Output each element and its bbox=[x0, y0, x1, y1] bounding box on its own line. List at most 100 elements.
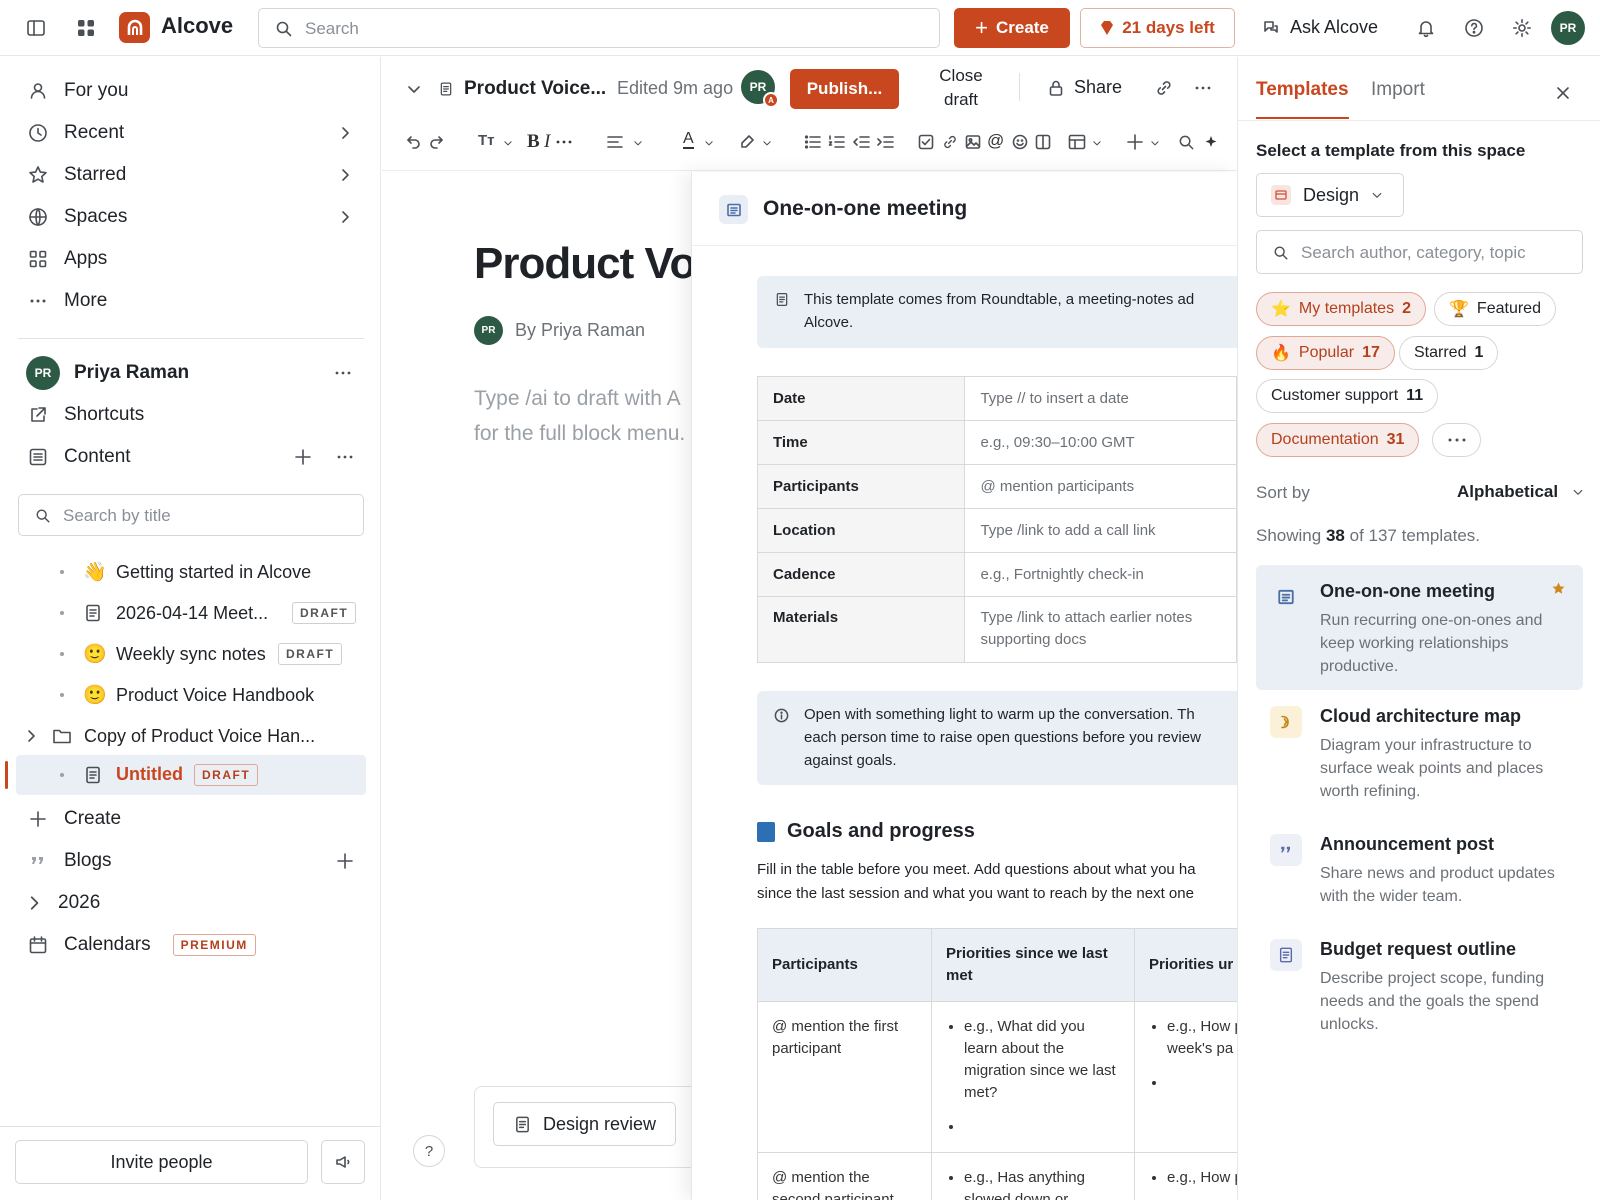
tab-import[interactable]: Import bbox=[1371, 79, 1425, 101]
row-value[interactable]: e.g., Fortnightly check-in bbox=[964, 552, 1237, 597]
find-icon[interactable] bbox=[1178, 134, 1195, 151]
user-avatar[interactable]: PR bbox=[1551, 11, 1585, 45]
sidebar-item-calendars[interactable]: Calendars PREMIUM bbox=[28, 927, 256, 963]
sidebar-toggle-icon[interactable] bbox=[26, 18, 46, 38]
bullet-list-icon[interactable] bbox=[804, 134, 822, 150]
chip-more-button[interactable] bbox=[1432, 423, 1481, 457]
sidebar-item-blogs[interactable]: Blogs bbox=[28, 843, 358, 879]
sidebar-item-2026[interactable]: 2026 bbox=[26, 885, 100, 921]
columns-icon[interactable] bbox=[1035, 134, 1051, 150]
publish-button[interactable]: Publish... bbox=[790, 69, 899, 109]
text-size-icon[interactable]: Tт bbox=[478, 132, 495, 149]
share-button[interactable]: Share bbox=[1048, 77, 1122, 98]
trial-button[interactable]: 21 days left bbox=[1080, 8, 1235, 48]
app-switcher-icon[interactable] bbox=[77, 19, 95, 37]
more-formatting-icon[interactable] bbox=[556, 138, 572, 146]
chevron-down-icon[interactable] bbox=[1150, 138, 1160, 148]
chevron-right-icon[interactable] bbox=[24, 729, 38, 743]
editor-placeholder[interactable]: Type /ai to draft with A for the full bl… bbox=[474, 381, 685, 451]
row-value[interactable]: Type /link to attach earlier notes suppor… bbox=[964, 596, 1237, 663]
chevron-down-icon[interactable] bbox=[633, 138, 643, 148]
chip-customer-support[interactable]: Customer support 11 bbox=[1256, 379, 1439, 413]
doc-title[interactable]: Product Voice... bbox=[464, 78, 606, 100]
checkbox-icon[interactable] bbox=[918, 134, 934, 150]
create-button[interactable]: + Create bbox=[954, 8, 1070, 48]
chevron-down-icon[interactable] bbox=[704, 138, 714, 148]
emoji-icon[interactable] bbox=[1012, 134, 1028, 150]
tab-templates[interactable]: Templates bbox=[1256, 79, 1349, 119]
bold-icon[interactable]: B bbox=[527, 131, 540, 153]
row-value[interactable]: e.g., 09:30–10:00 GMT bbox=[964, 420, 1237, 465]
ask-alcove-button[interactable]: Ask Alcove bbox=[1262, 17, 1378, 38]
more-options-icon[interactable] bbox=[336, 448, 354, 466]
sidebar-item-spaces[interactable]: Spaces bbox=[28, 199, 358, 235]
table-cell[interactable]: @ mention the first participant bbox=[757, 1001, 932, 1153]
collaborator-avatar[interactable]: PR A bbox=[741, 70, 779, 108]
bell-icon[interactable] bbox=[1416, 18, 1436, 38]
ai-sparkle-icon[interactable] bbox=[1204, 133, 1220, 151]
space-select[interactable]: Design bbox=[1256, 173, 1404, 217]
more-options-icon[interactable] bbox=[334, 364, 352, 382]
sort-select[interactable]: Alphabetical bbox=[1457, 482, 1584, 502]
chevron-down-icon[interactable] bbox=[1092, 138, 1102, 148]
chevron-down-icon[interactable] bbox=[762, 138, 772, 148]
sidebar-item-more[interactable]: More bbox=[28, 283, 107, 319]
title-search-input[interactable]: Search by title bbox=[18, 494, 364, 536]
sidebar-item-recent[interactable]: Recent bbox=[28, 115, 358, 151]
table-icon[interactable] bbox=[1068, 134, 1086, 150]
table-cell[interactable]: e.g., Has anything slowed down or bbox=[931, 1152, 1135, 1200]
chip-documentation[interactable]: Documentation 31 bbox=[1256, 423, 1420, 457]
tree-item-copy-handbook[interactable]: Copy of Product Voice Han... bbox=[0, 716, 381, 756]
table-cell[interactable]: e.g., What did you learn about the migra… bbox=[931, 1001, 1135, 1153]
template-card-cloud-architecture[interactable]: Cloud architecture map Diagram your infr… bbox=[1256, 690, 1583, 815]
alcove-logo[interactable] bbox=[119, 12, 150, 43]
tree-item-weekly-sync[interactable]: 🙂 Weekly sync notes DRAFT bbox=[0, 634, 381, 674]
sidebar-item-apps[interactable]: Apps bbox=[28, 241, 107, 277]
more-options-icon[interactable] bbox=[1194, 81, 1212, 95]
chip-popular[interactable]: 🔥 Popular 17 bbox=[1256, 336, 1395, 370]
link-icon[interactable] bbox=[1155, 79, 1173, 97]
outdent-icon[interactable] bbox=[852, 134, 870, 150]
mention-icon[interactable]: @ bbox=[987, 131, 1004, 151]
italic-icon[interactable]: I bbox=[544, 131, 550, 153]
chip-starred[interactable]: Starred 1 bbox=[1399, 336, 1499, 370]
sidebar-item-for-you[interactable]: For you bbox=[28, 73, 128, 109]
table-cell[interactable]: e.g., How prepare fo week's pa review? bbox=[1134, 1001, 1237, 1153]
indent-icon[interactable] bbox=[876, 134, 894, 150]
space-header[interactable]: PR Priya Raman bbox=[26, 353, 356, 393]
close-icon[interactable] bbox=[1555, 85, 1571, 101]
help-button[interactable]: ? bbox=[413, 1135, 445, 1167]
row-value[interactable]: @ mention participants bbox=[964, 464, 1237, 509]
sidebar-create[interactable]: Create bbox=[28, 801, 121, 837]
table-cell[interactable]: e.g., How progress bbox=[1134, 1152, 1237, 1200]
align-icon[interactable] bbox=[606, 134, 624, 150]
highlight-icon[interactable] bbox=[738, 133, 756, 151]
sidebar-item-shortcuts[interactable]: Shortcuts bbox=[28, 397, 144, 433]
text-color-icon[interactable]: A bbox=[683, 130, 694, 149]
page-title[interactable]: Product Voi bbox=[474, 239, 708, 289]
template-card-budget-request[interactable]: Budget request outline Describe project … bbox=[1256, 923, 1583, 1048]
starred-icon[interactable] bbox=[1551, 581, 1566, 596]
undo-icon[interactable] bbox=[406, 134, 422, 150]
add-blog-icon[interactable] bbox=[336, 852, 354, 870]
chevron-down-icon[interactable] bbox=[503, 138, 513, 148]
design-review-chip[interactable]: Design review bbox=[493, 1102, 676, 1146]
table-cell[interactable]: @ mention the second participant bbox=[757, 1152, 932, 1200]
redo-icon[interactable] bbox=[428, 134, 444, 150]
global-search-input[interactable]: Search bbox=[258, 8, 940, 48]
template-card-one-on-one[interactable]: One-on-one meeting Run recurring one-on-… bbox=[1256, 565, 1583, 690]
invite-people-button[interactable]: Invite people bbox=[15, 1140, 308, 1184]
row-value[interactable]: Type /link to add a call link bbox=[964, 508, 1237, 553]
image-icon[interactable] bbox=[965, 134, 981, 150]
tree-item-meeting-draft[interactable]: 2026-04-14 Meet... DRAFT bbox=[0, 593, 381, 633]
row-value[interactable]: Type // to insert a date bbox=[964, 376, 1237, 421]
numbered-list-icon[interactable] bbox=[828, 134, 846, 150]
chip-featured[interactable]: 🏆 Featured bbox=[1434, 292, 1556, 326]
tree-item-getting-started[interactable]: 👋 Getting started in Alcove bbox=[0, 552, 381, 592]
announcements-button[interactable] bbox=[321, 1140, 365, 1184]
chevron-down-icon[interactable] bbox=[406, 81, 422, 97]
link-icon[interactable] bbox=[942, 134, 958, 150]
template-card-announcement[interactable]: Announcement post Share news and product… bbox=[1256, 818, 1583, 923]
template-search-input[interactable]: Search author, category, topic bbox=[1256, 230, 1583, 274]
tree-item-handbook[interactable]: 🙂 Product Voice Handbook bbox=[0, 675, 381, 715]
